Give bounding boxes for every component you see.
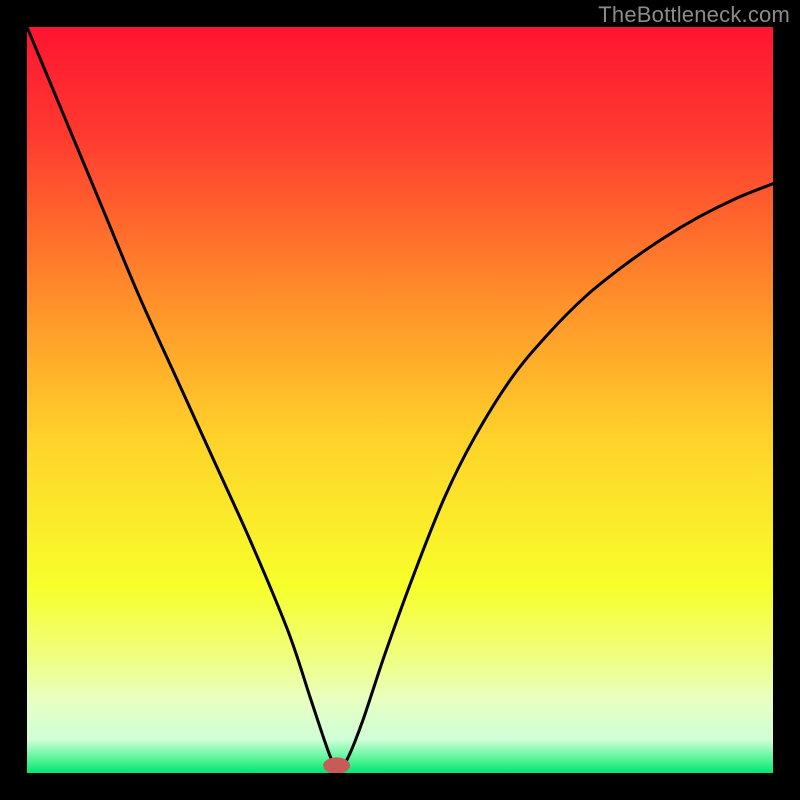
- gradient-background: [27, 27, 773, 773]
- chart-svg: [27, 27, 773, 773]
- watermark-text: TheBottleneck.com: [598, 2, 790, 28]
- current-point-marker: [323, 757, 350, 773]
- chart-frame: TheBottleneck.com: [0, 0, 800, 800]
- plot-area: [27, 27, 773, 773]
